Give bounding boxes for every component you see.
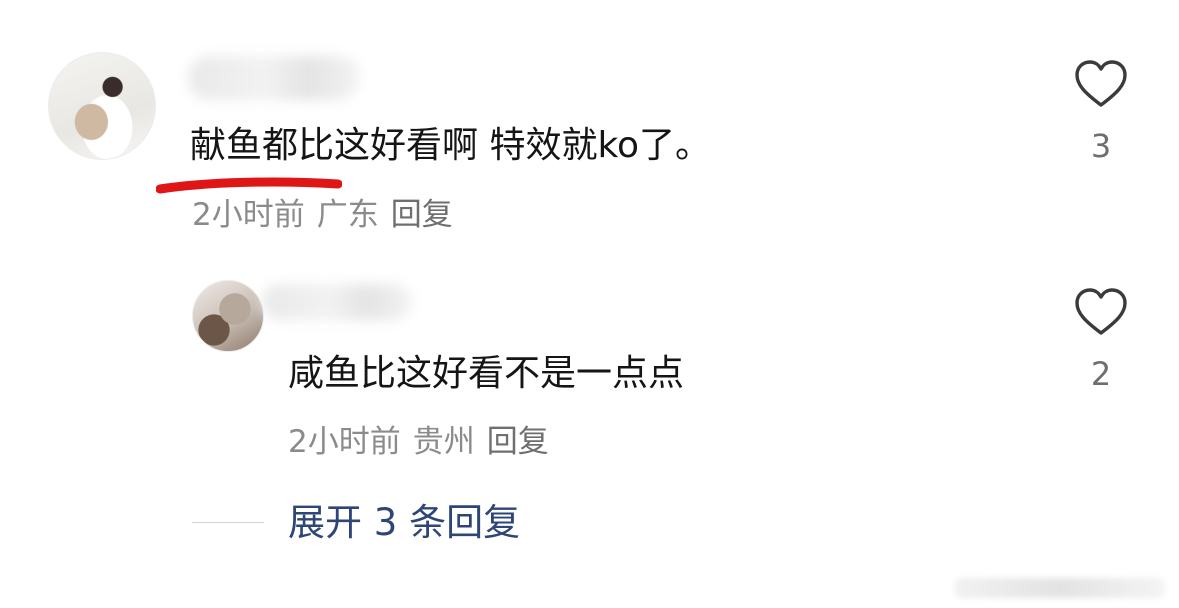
comment-time: 2小时前 <box>288 424 401 460</box>
comment-location: 广东 <box>316 197 379 233</box>
username-blurred[interactable] <box>262 284 412 320</box>
avatar[interactable] <box>192 280 264 352</box>
heart-icon[interactable] <box>1073 58 1129 110</box>
avatar[interactable] <box>48 52 156 160</box>
highlight-underline <box>156 177 342 194</box>
reply-button[interactable]: 回复 <box>391 197 453 233</box>
comment-text: 献鱼都比这好看啊 特效就ko了。 <box>190 125 712 166</box>
watermark <box>955 578 1165 598</box>
comment-location: 贵州 <box>412 424 475 460</box>
username-blurred[interactable] <box>188 56 360 100</box>
comment-meta: 2小时前 广东 回复 <box>192 196 465 234</box>
reply-button[interactable]: 回复 <box>487 424 549 460</box>
comment-text: 咸鱼比这好看不是一点点 <box>288 353 685 394</box>
like-count: 3 <box>1090 127 1112 165</box>
expand-replies-link[interactable]: 展开 3 条回复 <box>288 500 520 546</box>
expand-divider <box>192 522 264 523</box>
heart-icon[interactable] <box>1073 286 1129 338</box>
comment-time: 2小时前 <box>192 197 305 233</box>
comment-meta: 2小时前 贵州 回复 <box>288 423 561 461</box>
like-count: 2 <box>1090 355 1112 393</box>
